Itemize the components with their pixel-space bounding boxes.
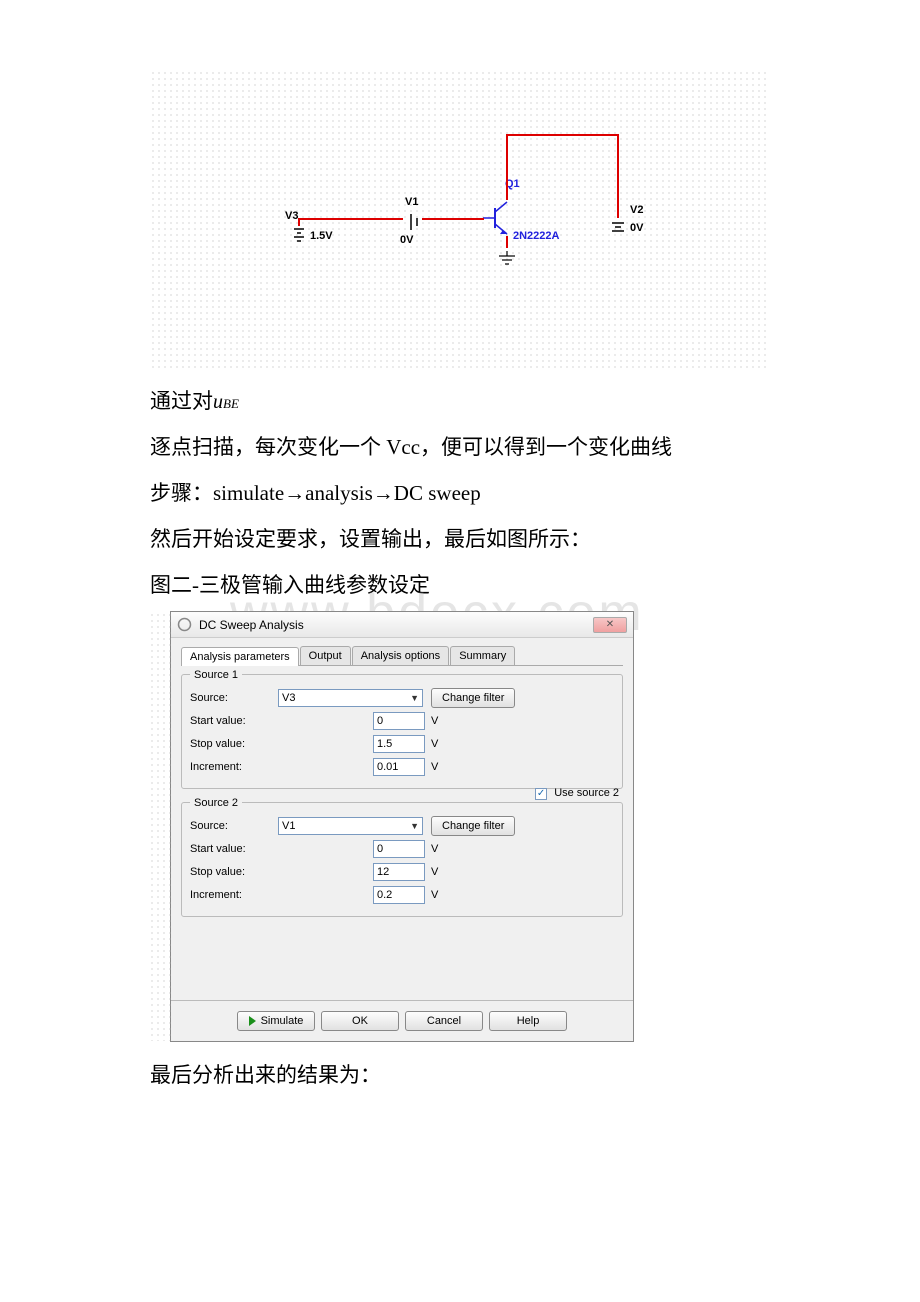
label-src1-inc: Increment: [190, 761, 278, 773]
input-src2-stop[interactable] [373, 863, 425, 881]
select-src2-value: V1 [282, 820, 295, 832]
simulate-label: Simulate [261, 1015, 304, 1027]
unit-src2-inc: V [431, 889, 438, 901]
legend-source2: Source 2 [190, 797, 242, 809]
input-src1-stop[interactable] [373, 735, 425, 753]
ok-button[interactable]: OK [321, 1011, 399, 1031]
circuit-canvas: V3 1.5V V1 0V Q1 2N2222A V2 0V [150, 70, 770, 370]
text-line-1: 通过对uBE [150, 382, 770, 422]
help-button[interactable]: Help [489, 1011, 567, 1031]
dialog-button-bar: Simulate OK Cancel Help [171, 1000, 633, 1041]
text-line-3: 步骤：simulate→analysis→DC sweep [150, 474, 770, 514]
text-line-2: 逐点扫描，每次变化一个 Vcc，便可以得到一个变化曲线 [150, 428, 770, 468]
unit-src1-stop: V [431, 738, 438, 750]
select-src1-source[interactable]: V3 ▼ [278, 689, 423, 707]
input-src1-start[interactable] [373, 712, 425, 730]
checkbox-use-source2[interactable]: ✓ [535, 788, 547, 800]
chevron-down-icon: ▼ [410, 821, 419, 831]
close-button[interactable]: ✕ [593, 617, 627, 633]
text-line-6: 最后分析出来的结果为： [150, 1056, 770, 1096]
play-icon [249, 1016, 256, 1026]
simulate-button[interactable]: Simulate [237, 1011, 315, 1031]
label-v1: V1 [405, 196, 418, 208]
label-v1-val: 0V [400, 234, 413, 246]
use-source2-row: ✓ Use source 2 [181, 785, 623, 800]
unit-src2-start: V [431, 843, 438, 855]
label-v2-val: 0V [630, 222, 643, 234]
source-v2-icon [609, 218, 627, 243]
input-src1-inc[interactable] [373, 758, 425, 776]
tab-summary[interactable]: Summary [450, 646, 515, 665]
tabs: Analysis parameters Output Analysis opti… [181, 646, 623, 666]
tab-analysis-parameters[interactable]: Analysis parameters [181, 647, 299, 666]
label-src1-source: Source: [190, 692, 278, 704]
unit-src2-stop: V [431, 866, 438, 878]
label-use-source2: Use source 2 [554, 787, 619, 799]
label-src2-source: Source: [190, 820, 278, 832]
input-src2-start[interactable] [373, 840, 425, 858]
label-q1-part: 2N2222A [513, 230, 559, 242]
tab-output[interactable]: Output [300, 646, 351, 665]
select-src1-value: V3 [282, 692, 295, 704]
label-src1-start: Start value: [190, 715, 278, 727]
ground-icon [497, 248, 517, 273]
fieldset-source2: Source 2 Source: V1 ▼ Change filter Star… [181, 802, 623, 917]
text-1a: 通过对 [150, 389, 213, 413]
text-line-4: 然后开始设定要求，设置输出，最后如图所示： [150, 520, 770, 560]
unit-src1-inc: V [431, 761, 438, 773]
dc-sweep-dialog: DC Sweep Analysis ✕ Analysis parameters … [170, 611, 634, 1042]
label-src2-stop: Stop value: [190, 866, 278, 878]
label-src1-stop: Stop value: [190, 738, 278, 750]
cancel-button[interactable]: Cancel [405, 1011, 483, 1031]
formula-be: BE [223, 396, 239, 411]
tab-analysis-options[interactable]: Analysis options [352, 646, 450, 665]
source-v3-icon [292, 225, 306, 253]
btn-src1-change-filter[interactable]: Change filter [431, 688, 515, 708]
unit-src1-start: V [431, 715, 438, 727]
formula-u: u [213, 391, 223, 413]
label-src2-inc: Increment: [190, 889, 278, 901]
legend-source1: Source 1 [190, 669, 242, 681]
label-v3-val: 1.5V [310, 230, 333, 242]
fieldset-source1: Source 1 Source: V3 ▼ Change filter Star… [181, 674, 623, 789]
chevron-down-icon: ▼ [410, 693, 419, 703]
app-icon [177, 617, 192, 632]
input-src2-inc[interactable] [373, 886, 425, 904]
text-line-5: 图二-三极管输入曲线参数设定 [150, 566, 770, 606]
transistor-q1-icon [483, 196, 517, 246]
label-v2: V2 [630, 204, 643, 216]
label-src2-start: Start value: [190, 843, 278, 855]
label-v3: V3 [285, 210, 298, 222]
select-src2-source[interactable]: V1 ▼ [278, 817, 423, 835]
dialog-title-bar: DC Sweep Analysis ✕ [171, 612, 633, 638]
btn-src2-change-filter[interactable]: Change filter [431, 816, 515, 836]
dialog-title: DC Sweep Analysis [199, 618, 304, 632]
